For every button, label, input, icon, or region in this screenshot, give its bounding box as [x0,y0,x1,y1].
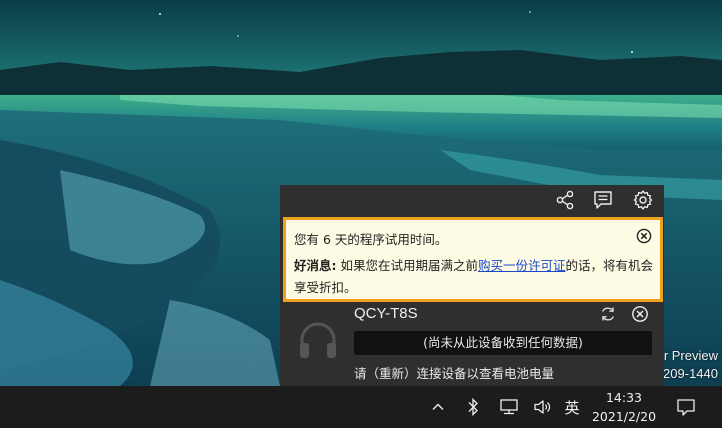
watermark-line-1: r Preview [663,348,718,363]
discount-notice: 好消息: 如果您在试用期届满之前购买一份许可证的话，将有机会享受折扣。 [294,255,654,299]
headphones-icon [296,318,340,362]
close-circle-icon[interactable] [636,228,652,244]
popup-toolbar [280,185,664,215]
reconnect-hint: 请（重新）连接设备以查看电池电量 [354,366,555,381]
notification-icon[interactable] [674,386,698,428]
good-news-label: 好消息: [294,258,337,273]
clock-date: 2021/2/20 [591,409,657,424]
share-icon[interactable] [554,189,576,211]
gear-icon[interactable] [632,189,654,211]
device-entry: QCY-T8S (尚未从此设备收到任何数据) 请（重新）连接设备以查看电池电量 [280,301,664,386]
battery-popup: 您有 6 天的程序试用时间。 好消息: 如果您在试用期届满之前购买一份许可证的话… [280,185,664,386]
device-status-bar: (尚未从此设备收到任何数据) [354,331,652,355]
input-language-indicator[interactable]: 英 [560,386,584,428]
trial-days-text: 您有 6 天的程序试用时间。 [294,232,448,247]
feedback-icon[interactable] [592,189,614,211]
bluetooth-icon[interactable] [462,386,484,428]
device-name: QCY-T8S [354,305,418,322]
watermark-line-2: 209-1440 [663,366,718,381]
remove-device-icon[interactable] [631,305,649,323]
discount-text-before: 如果您在试用期届满之前 [340,258,478,273]
chevron-up-icon[interactable] [426,386,450,428]
clock-time: 14:33 [605,390,643,405]
buy-license-link[interactable]: 购买一份许可证 [478,258,566,273]
volume-icon[interactable] [530,386,556,428]
network-icon[interactable] [496,386,522,428]
trial-notice: 您有 6 天的程序试用时间。 好消息: 如果您在试用期届满之前购买一份许可证的话… [283,217,663,302]
taskbar: 英 14:33 2021/2/20 [0,386,722,428]
taskbar-clock[interactable]: 14:33 2021/2/20 [588,386,660,428]
refresh-icon[interactable] [599,305,617,323]
